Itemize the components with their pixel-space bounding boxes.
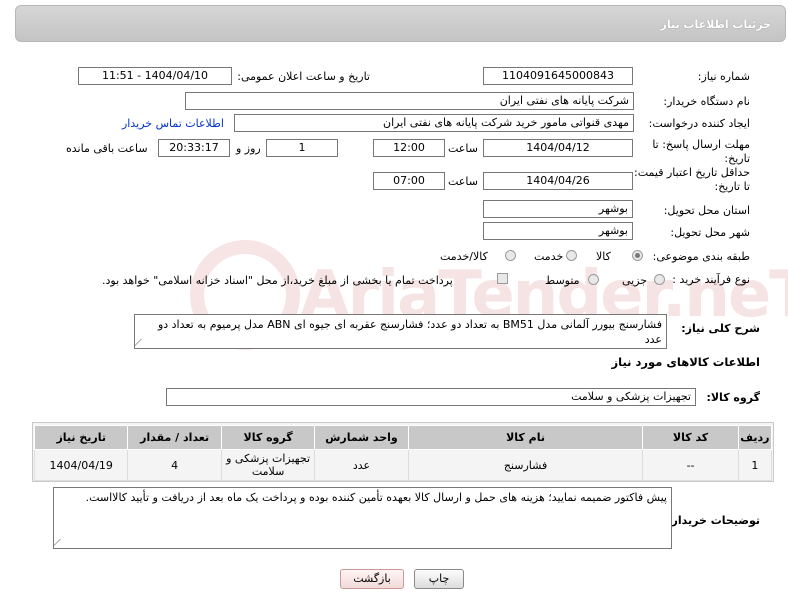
city-label: شهر محل تحویل:	[670, 226, 750, 239]
col-need-date: تاریخ نیاز	[33, 425, 129, 450]
days-label: روز و	[236, 142, 261, 155]
province-field: بوشهر	[483, 200, 633, 218]
cell-item-name: فشارسنج	[407, 449, 644, 481]
category-option-goods: کالا	[596, 250, 611, 263]
price-time-field: 07:00	[373, 172, 445, 190]
page-title: جزئیات اطلاعات نیاز	[660, 18, 772, 31]
cell-quantity: 4	[127, 449, 222, 481]
buyer-contact-link[interactable]: اطلاعات تماس خریدار	[122, 117, 224, 130]
col-item-code: کد کالا	[642, 425, 739, 450]
reply-deadline-label: مهلت ارسال پاسخ: تا تاریخ:	[652, 138, 750, 165]
process-option-medium: متوسط	[545, 274, 580, 287]
back-button[interactable]: بازگشت	[340, 569, 404, 589]
buyer-org-field: شرکت پایانه های نفتی ایران	[185, 92, 634, 110]
process-option-minor: جزیی	[622, 274, 648, 287]
buyer-notes-text: پیش فاکتور ضمیمه نمایید؛ هزینه های حمل و…	[85, 491, 667, 504]
col-unit: واحد شمارش	[314, 425, 409, 450]
description-text: فشارسنج بیورر آلمانی مدل BM51 به تعداد د…	[157, 318, 662, 346]
resize-grip-icon[interactable]	[135, 339, 149, 347]
goods-group-field: تجهیزات پزشکی و سلامت	[166, 388, 696, 406]
col-quantity: تعداد / مقدار	[127, 425, 222, 450]
reply-time-label: ساعت	[448, 142, 478, 155]
price-time-label: ساعت	[448, 175, 478, 188]
remaining-time-label: ساعت باقی مانده	[66, 142, 148, 155]
buyer-org-label: نام دستگاه خریدار:	[663, 95, 750, 108]
table-header-row: ردیف کد کالا نام کالا واحد شمارش گروه کا…	[33, 425, 773, 450]
category-option-both: کالا/خدمت	[440, 250, 488, 263]
header-panel: جزئیات اطلاعات نیاز	[15, 5, 786, 42]
process-label: نوع فرآیند خرید :	[672, 273, 750, 286]
buyer-notes-textarea[interactable]: پیش فاکتور ضمیمه نمایید؛ هزینه های حمل و…	[53, 487, 672, 549]
col-item-name: نام کالا	[407, 425, 644, 450]
province-label: استان محل تحویل:	[663, 204, 750, 217]
announce-field: 1404/04/10 - 11:51	[78, 67, 232, 85]
process-radio-minor[interactable]	[654, 274, 665, 285]
cell-item-code: --	[642, 449, 739, 481]
col-row-number: ردیف	[737, 425, 773, 450]
need-number-field: 1104091645000843	[483, 67, 633, 85]
goods-group-label: گروه کالا:	[706, 391, 760, 404]
city-field: بوشهر	[483, 222, 633, 240]
price-date-field: 1404/04/26	[483, 172, 633, 190]
cell-row-number: 1	[737, 449, 773, 481]
price-validity-label: حداقل تاریخ اعتبار قیمت: تا تاریخ:	[634, 166, 750, 193]
need-number-label: شماره نیاز:	[697, 70, 750, 83]
buyer-notes-label: توضیحات خریدار:	[667, 514, 760, 527]
description-textarea[interactable]: فشارسنج بیورر آلمانی مدل BM51 به تعداد د…	[134, 314, 667, 349]
cell-need-date: 1404/04/19	[33, 449, 129, 481]
treasury-payment-checkbox[interactable]	[497, 273, 508, 284]
reply-time-field: 12:00	[373, 139, 445, 157]
process-radio-medium[interactable]	[588, 274, 599, 285]
cell-item-group: تجهیزات پزشکی و سلامت	[220, 449, 316, 481]
description-label: شرح کلی نیاز:	[681, 322, 760, 335]
treasury-payment-note: پرداخت تمام یا بخشی از مبلغ خرید،از محل …	[102, 274, 453, 287]
remaining-time-field: 20:33:17	[158, 139, 230, 157]
announce-label: تاریخ و ساعت اعلان عمومی:	[237, 70, 370, 83]
table-row: 1 -- فشارسنج عدد تجهیزات پزشکی و سلامت 4…	[33, 449, 773, 481]
goods-info-title: اطلاعات کالاهای مورد نیاز	[611, 355, 760, 369]
print-button[interactable]: چاپ	[414, 569, 464, 589]
requester-field: مهدی قنواتی مامور خرید شرکت پایانه های ن…	[234, 114, 634, 132]
category-label: طبقه بندی موضوعی:	[652, 250, 750, 263]
reply-date-field: 1404/04/12	[483, 139, 633, 157]
category-radio-goods[interactable]	[632, 250, 643, 261]
category-option-service: خدمت	[534, 250, 564, 263]
items-table: ردیف کد کالا نام کالا واحد شمارش گروه کا…	[33, 425, 773, 481]
days-field: 1	[266, 139, 338, 157]
cell-unit: عدد	[314, 449, 409, 481]
category-radio-both[interactable]	[505, 250, 516, 261]
category-radio-service[interactable]	[566, 250, 577, 261]
requester-label: ایجاد کننده درخواست:	[648, 117, 750, 130]
col-item-group: گروه کالا	[220, 425, 316, 450]
resize-grip-icon[interactable]	[54, 539, 68, 547]
